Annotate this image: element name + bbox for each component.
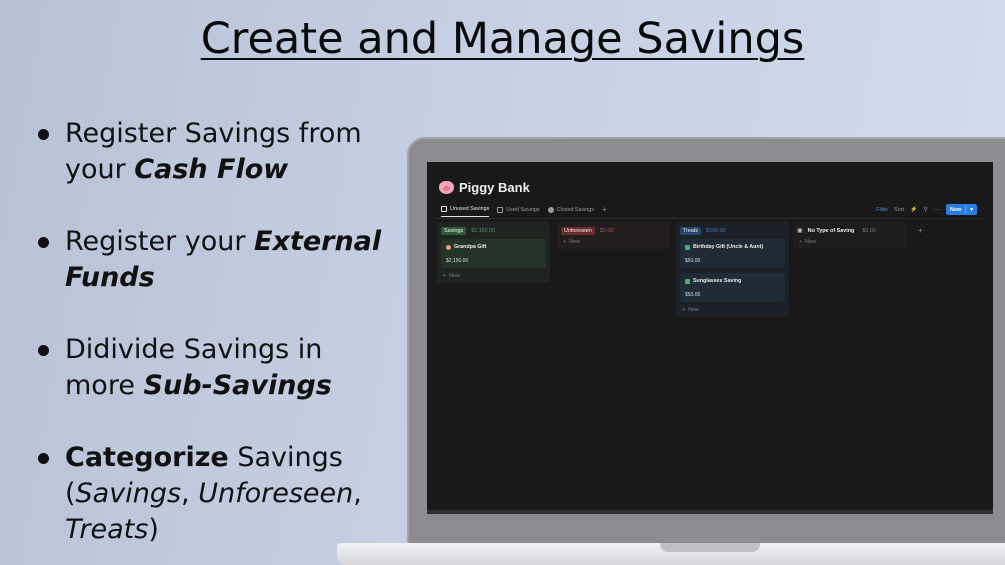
group-total: $0.00 (599, 227, 614, 234)
screen-scrollbar[interactable] (427, 510, 993, 514)
add-card-button[interactable]: + New (797, 239, 902, 245)
pig-icon (439, 181, 454, 194)
add-card-button[interactable]: + New (561, 239, 666, 245)
card-amount: $50.00 (685, 258, 701, 264)
group-label[interactable]: No Type of Saving (808, 227, 858, 235)
plus-icon: + (563, 239, 567, 245)
card-title: Birthday Gift (Uncle & Aunt) (693, 244, 764, 250)
group-label[interactable]: Treats (680, 226, 702, 235)
money-icon (685, 278, 690, 284)
sort-button[interactable]: Sort (894, 207, 904, 213)
add-card-label: New (569, 239, 580, 245)
card-title: Grandpa Gift (454, 244, 487, 250)
tab-unused-savings[interactable]: Unused Savings (441, 206, 490, 217)
heart-icon (446, 244, 451, 250)
group-total: $100.00 (706, 227, 726, 234)
board-column-treats: Treats $100.00 Birthday Gift (Uncle & Au… (676, 222, 789, 317)
bullet-emphasis: Sub-Savings (143, 370, 332, 401)
bullet-dot (38, 345, 49, 356)
plus-icon: + (682, 307, 686, 313)
separator: , (181, 478, 199, 509)
laptop-notch (660, 543, 760, 552)
add-card-button[interactable]: + New (441, 273, 546, 279)
add-card-label: New (449, 273, 460, 279)
card-amount: $50.00 (685, 292, 701, 298)
plus-icon: + (602, 204, 607, 214)
closed-icon (547, 206, 554, 213)
add-card-button[interactable]: + New (680, 307, 785, 313)
tab-closed-savings[interactable]: Closed Savings (547, 206, 594, 217)
add-view-button[interactable]: + (602, 204, 607, 217)
bullet-dot (38, 237, 49, 248)
saving-card[interactable]: Grandpa Gift $2,150.00 (441, 239, 546, 268)
board-column-savings: Savings $2,150.00 Grandpa Gift $2,150.00… (437, 222, 550, 283)
category-savings: Savings (75, 478, 182, 509)
card-title: Sunglasses Saving (693, 278, 742, 284)
lightning-icon[interactable]: ⚡ (910, 206, 917, 213)
page-icon: ▣ (797, 228, 803, 234)
divider (965, 206, 967, 213)
add-group-button[interactable]: + (918, 226, 923, 235)
saving-card[interactable]: Sunglasses Saving $50.00 (680, 273, 785, 302)
board-column-unforeseen: Unforeseen $0.00 + New (557, 222, 670, 249)
page-title-text: Piggy Bank (459, 180, 530, 195)
group-label[interactable]: Savings (441, 226, 467, 235)
bullet-bold: Categorize (65, 442, 229, 473)
page-title: Piggy Bank (439, 180, 530, 195)
toolbar: Filter Sort ⚡ ⚲ ··· New ▾ (876, 204, 977, 215)
category-treats: Treats (65, 514, 149, 545)
tab-label: Unused Savings (450, 206, 490, 212)
bullet-dot (38, 129, 49, 140)
filter-button[interactable]: Filter (876, 207, 888, 213)
view-tabs: Unused Savings Used Savings Closed Savin… (441, 204, 607, 217)
bullet-emphasis: Cash Flow (134, 154, 289, 185)
tab-used-savings[interactable]: Used Savings (497, 206, 540, 217)
separator: , (353, 478, 362, 509)
plus-icon: + (443, 273, 447, 279)
search-icon[interactable]: ⚲ (924, 206, 928, 213)
add-card-label: New (805, 239, 816, 245)
board-icon (497, 206, 504, 213)
chevron-down-icon[interactable]: ▾ (970, 207, 973, 213)
header-divider (435, 218, 985, 219)
tab-label: Closed Savings (556, 206, 594, 213)
saving-card[interactable]: Birthday Gift (Uncle & Aunt) $50.00 (680, 239, 785, 268)
group-total: $0.00 (862, 227, 876, 234)
close-paren: ) (148, 514, 159, 545)
money-icon (685, 244, 690, 250)
bullet-dot (38, 453, 49, 464)
new-button-label: New (949, 206, 962, 213)
board-icon (441, 206, 447, 212)
group-label[interactable]: Unforeseen (561, 226, 595, 235)
more-icon[interactable]: ··· (934, 207, 940, 213)
bullet-text: Register your (65, 226, 255, 257)
tab-label: Used Savings (506, 206, 540, 213)
category-unforeseen: Unforeseen (198, 478, 354, 509)
group-total: $2,150.00 (471, 227, 496, 234)
card-amount: $2,150.00 (446, 258, 469, 264)
slide-title: Create and Manage Savings (200, 14, 805, 64)
plus-icon: + (799, 239, 803, 245)
add-card-label: New (688, 307, 699, 313)
board-column-no-type: ▣ No Type of Saving $0.00 + New (793, 222, 906, 249)
laptop-screen: Piggy Bank Unused Savings Used Savings C… (427, 162, 993, 514)
new-button[interactable]: New ▾ (945, 204, 977, 215)
